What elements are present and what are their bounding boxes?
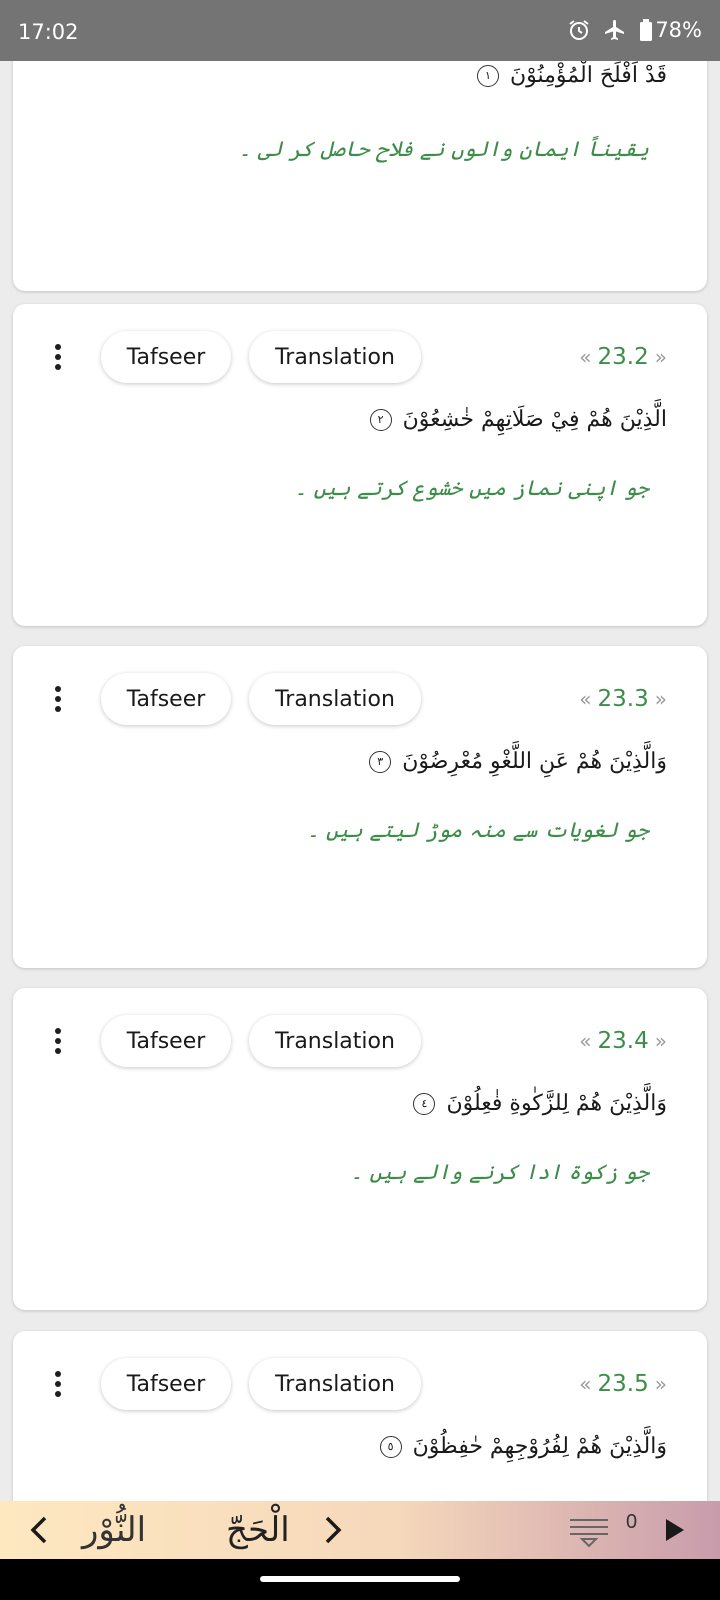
verse-card: Tafseer Translation « 23.2 » الَّذِيْنَ … [13, 304, 707, 626]
status-icons: 78% [567, 18, 702, 42]
verse-number: « 23.3 » [579, 686, 667, 712]
verse-card: Tafseer Translation « 23.4 » وَالَّذِيْن… [13, 988, 707, 1310]
tafseer-button[interactable]: Tafseer [101, 1015, 231, 1067]
system-gesture-bar [0, 1559, 720, 1600]
playlist-icon[interactable] [568, 1501, 610, 1559]
translation-button[interactable]: Translation [249, 331, 421, 383]
arabic-text: وَالَّذِيْنَ هُمْ لِفُرُوْجِهِمْ حٰفِظُو… [412, 1434, 667, 1459]
verse-card: Tafseer Translation « 23.3 » وَالَّذِيْن… [13, 646, 707, 968]
verse-list[interactable]: قَدْ اَفْلَحَ الْمُؤْمِنُوْنَ ١ یقیناً ا… [0, 61, 720, 1501]
chevron-left-icon[interactable] [28, 1501, 50, 1559]
arabic-verse: وَالَّذِيْنَ هُمْ عَنِ اللَّغْوِ مُعْرِض… [369, 749, 667, 774]
tafseer-button[interactable]: Tafseer [101, 331, 231, 383]
urdu-translation: یقیناً ایمان والوں نے فلاح حاصل کر لی ۔ [238, 137, 649, 161]
alarm-icon [569, 20, 589, 40]
ayah-end-marker: ٣ [369, 751, 392, 773]
urdu-translation: جو لغویات سے منہ موڑ لیتے ہیں ۔ [306, 818, 649, 842]
verse-number-text: 23.2 [597, 344, 649, 370]
ayah-end-marker: ٤ [413, 1093, 436, 1115]
verse-ornament-left-icon: « [579, 1029, 592, 1053]
arabic-verse: قَدْ اَفْلَحَ الْمُؤْمِنُوْنَ ١ [476, 63, 667, 88]
verse-ornament-left-icon: « [579, 687, 592, 711]
home-gesture-handle[interactable] [260, 1576, 460, 1582]
more-options-icon[interactable] [45, 1021, 71, 1061]
current-surah-title: الْحَجّ [226, 1510, 290, 1550]
status-bar: 17:02 78% [0, 0, 720, 61]
airplane-mode-icon [605, 20, 625, 40]
verse-ornament-left-icon: « [579, 1372, 592, 1396]
arabic-text: الَّذِيْنَ هُمْ فِيْ صَلَاتِهِمْ خٰشِعُو… [402, 407, 667, 432]
verse-card: Tafseer Translation « 23.5 » وَالَّذِيْن… [13, 1331, 707, 1501]
arabic-text: وَالَّذِيْنَ هُمْ عَنِ اللَّغْوِ مُعْرِض… [402, 749, 667, 774]
urdu-translation: جو اپنی نماز میں خشوع کرتے ہیں ۔ [294, 476, 649, 500]
arabic-verse: وَالَّذِيْنَ هُمْ لِلزَّكٰوةِ فٰعِلُوْنَ… [413, 1091, 667, 1116]
ayah-end-marker: ١ [476, 65, 499, 87]
verse-card: قَدْ اَفْلَحَ الْمُؤْمِنُوْنَ ١ یقیناً ا… [13, 61, 707, 291]
verse-ornament-right-icon: » [654, 345, 667, 369]
chevron-right-icon[interactable] [322, 1501, 344, 1559]
tafseer-button[interactable]: Tafseer [101, 1358, 231, 1410]
more-options-icon[interactable] [45, 337, 71, 377]
status-time: 17:02 [18, 20, 79, 44]
more-options-icon[interactable] [45, 679, 71, 719]
verse-number: « 23.5 » [579, 1371, 667, 1397]
arabic-text: وَالَّذِيْنَ هُمْ لِلزَّكٰوةِ فٰعِلُوْنَ [446, 1091, 667, 1116]
arabic-verse: الَّذِيْنَ هُمْ فِيْ صَلَاتِهِمْ خٰشِعُو… [369, 407, 667, 432]
translation-button[interactable]: Translation [249, 1358, 421, 1410]
translation-button[interactable]: Translation [249, 673, 421, 725]
verse-number-text: 23.4 [597, 1028, 649, 1054]
tafseer-button[interactable]: Tafseer [101, 673, 231, 725]
verse-number-text: 23.5 [597, 1371, 649, 1397]
battery-percent: 78% [655, 18, 702, 42]
verse-number: « 23.2 » [579, 344, 667, 370]
ayah-end-marker: ٢ [369, 409, 392, 431]
urdu-translation: جو زکوۃ ادا کرنے والے ہیں ۔ [350, 1160, 649, 1184]
verse-ornament-right-icon: » [654, 1029, 667, 1053]
more-options-icon[interactable] [45, 1364, 71, 1404]
previous-surah-link[interactable]: النُّوْر [82, 1501, 146, 1559]
play-icon[interactable] [662, 1501, 688, 1559]
verse-number-text: 23.3 [597, 686, 649, 712]
verse-ornament-right-icon: » [654, 687, 667, 711]
arabic-verse: وَالَّذِيْنَ هُمْ لِفُرُوْجِهِمْ حٰفِظُو… [379, 1434, 667, 1459]
arabic-text: قَدْ اَفْلَحَ الْمُؤْمِنُوْنَ [509, 63, 667, 88]
verse-number: « 23.4 » [579, 1028, 667, 1054]
playlist-count: 0 [626, 1510, 638, 1533]
translation-button[interactable]: Translation [249, 1015, 421, 1067]
verse-ornament-left-icon: « [579, 345, 592, 369]
battery-icon [640, 19, 653, 41]
ayah-end-marker: ٥ [379, 1436, 402, 1458]
verse-ornament-right-icon: » [654, 1372, 667, 1396]
surah-navigation-bar: النُّوْر الْحَجّ 0 [0, 1501, 720, 1559]
battery-indicator: 78% [639, 18, 702, 42]
